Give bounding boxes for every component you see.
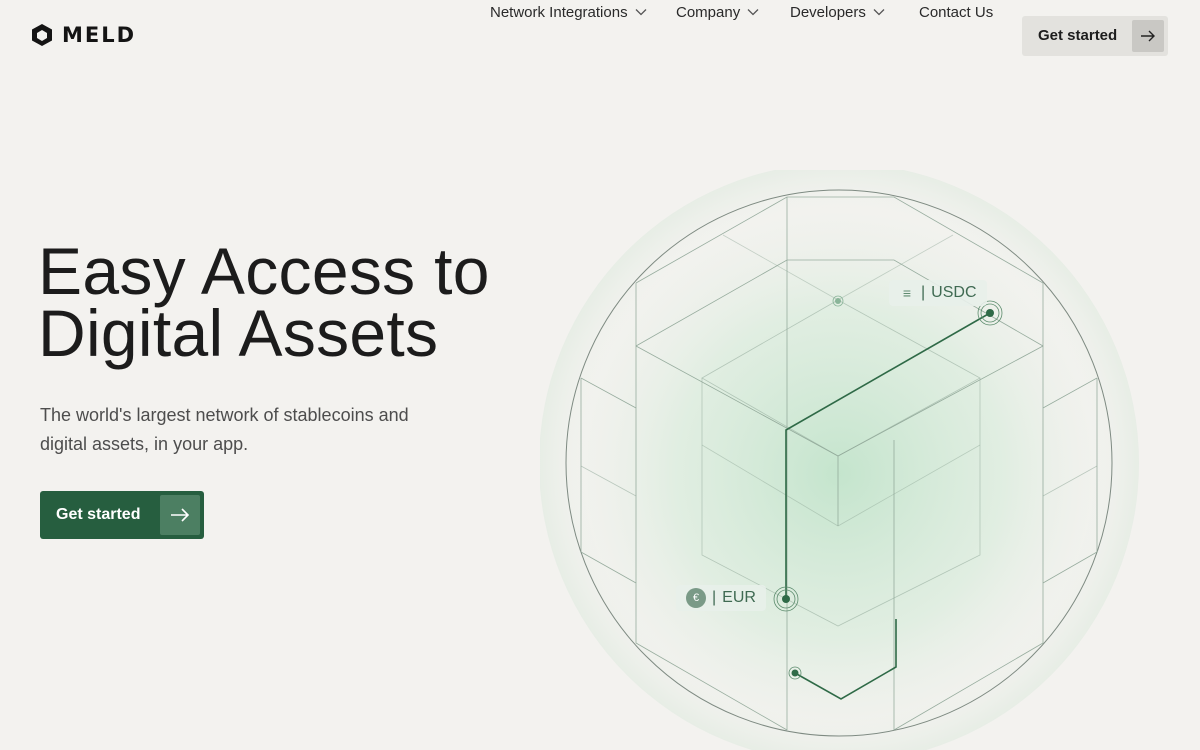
token-chip-usdc: ≡ | USDC	[889, 280, 987, 306]
nav-developers[interactable]: Developers	[790, 0, 885, 24]
token-symbol: EUR	[722, 589, 756, 606]
arrow-right-icon[interactable]	[1132, 20, 1164, 52]
hero-get-started-button[interactable]: Get started	[40, 491, 204, 539]
nav-label: Company	[676, 3, 741, 21]
network-globe-graphic	[540, 170, 1139, 750]
token-separator: |	[921, 284, 926, 301]
token-symbol: USDC	[931, 284, 977, 301]
hero-title-line-2: Digital Assets	[38, 296, 439, 370]
meld-logo-icon	[32, 24, 52, 46]
chevron-down-icon	[873, 9, 885, 16]
hero-subtitle: The world's largest network of stablecoi…	[40, 405, 409, 454]
token-chip-eur: € | EUR	[676, 585, 766, 611]
logo-wordmark: MELD	[62, 23, 137, 47]
euro-icon: €	[686, 588, 706, 608]
nav-label: Developers	[790, 3, 866, 21]
site-header: MELD Network Integrations Company Develo…	[0, 0, 1200, 72]
nav-network-integrations[interactable]: Network Integrations	[490, 0, 647, 24]
hero-title: Easy Access to Digital Assets	[38, 234, 490, 370]
nav-contact-us[interactable]: Contact Us	[919, 0, 993, 24]
button-label: Get started	[56, 506, 141, 523]
token-separator: |	[712, 589, 717, 606]
usdc-icon: ≡	[902, 285, 912, 301]
chevron-down-icon	[747, 9, 759, 16]
button-label: Get started	[1038, 27, 1118, 44]
arrow-right-icon	[160, 495, 200, 535]
nav-company[interactable]: Company	[676, 0, 759, 24]
nav-label: Network Integrations	[490, 3, 628, 21]
hero-title-line-1: Easy Access to	[38, 234, 490, 308]
meld-logo[interactable]: MELD	[31, 22, 136, 48]
nav-label: Contact Us	[919, 3, 994, 21]
chevron-down-icon	[635, 9, 647, 16]
